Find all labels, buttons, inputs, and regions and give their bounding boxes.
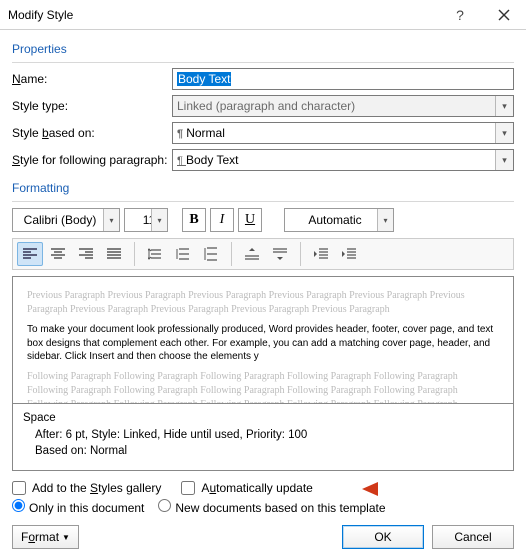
titlebar: Modify Style ?: [0, 0, 526, 30]
font-size-combo[interactable]: 11 ▾: [124, 208, 168, 232]
align-justify-icon: [107, 248, 121, 260]
chevron-down-icon[interactable]: ▾: [495, 150, 513, 170]
dialog-title: Modify Style: [8, 8, 438, 22]
format-button[interactable]: Format ▼: [12, 525, 79, 549]
based-on-label: Style based on:: [12, 126, 172, 140]
spacing-1-5-button[interactable]: [170, 242, 196, 266]
new-documents-radio[interactable]: New documents based on this template: [158, 499, 385, 515]
close-button[interactable]: [482, 0, 526, 30]
align-left-button[interactable]: [17, 242, 43, 266]
indent-right-icon: [342, 248, 356, 260]
name-label: Name:: [12, 72, 172, 86]
preview-pane: Previous Paragraph Previous Paragraph Pr…: [12, 276, 514, 404]
style-type-combo: Linked (paragraph and character) ▾: [172, 95, 514, 117]
summary-line2: Based on: Normal: [23, 443, 503, 460]
chevron-down-icon[interactable]: ▾: [103, 209, 119, 231]
chevron-down-icon[interactable]: ▾: [151, 209, 167, 231]
decrease-indent-button[interactable]: [308, 242, 334, 266]
only-in-document-radio[interactable]: Only in this document: [12, 499, 144, 515]
ok-button[interactable]: OK: [342, 525, 424, 549]
align-center-icon: [51, 248, 65, 260]
preview-sample-text: To make your document look professionall…: [27, 323, 499, 364]
properties-heading: Properties: [12, 42, 514, 56]
spacing-2-button[interactable]: [198, 242, 224, 266]
space-before-inc-button[interactable]: [239, 242, 265, 266]
close-icon: [498, 9, 510, 21]
align-center-button[interactable]: [45, 242, 71, 266]
auto-update-checkbox[interactable]: Automatically update: [181, 481, 312, 495]
chevron-down-icon: ▼: [62, 533, 70, 542]
summary-line1: After: 6 pt, Style: Linked, Hide until u…: [23, 427, 503, 444]
summary-title: Space: [23, 410, 503, 427]
preview-prev-ghost: Previous Paragraph Previous Paragraph Pr…: [27, 289, 499, 317]
style-type-label: Style type:: [12, 99, 172, 113]
align-justify-button[interactable]: [101, 242, 127, 266]
line-spacing-icon: [204, 247, 218, 261]
bold-button[interactable]: B: [182, 208, 206, 232]
para-space-up-icon: [245, 247, 259, 261]
increase-indent-button[interactable]: [336, 242, 362, 266]
following-label: Style for following paragraph:: [12, 153, 172, 167]
line-spacing-icon: [148, 247, 162, 261]
underline-button[interactable]: U: [238, 208, 262, 232]
formatting-heading: Formatting: [12, 181, 514, 195]
line-spacing-icon: [176, 247, 190, 261]
align-right-icon: [79, 248, 93, 260]
following-combo[interactable]: Body Text ▾: [172, 149, 514, 171]
para-space-down-icon: [273, 247, 287, 261]
chevron-down-icon: ▾: [495, 96, 513, 116]
paragraph-toolbar: [12, 238, 514, 270]
name-input[interactable]: Body Text: [172, 68, 514, 90]
style-summary: Space After: 6 pt, Style: Linked, Hide u…: [12, 404, 514, 471]
italic-button[interactable]: I: [210, 208, 234, 232]
indent-left-icon: [314, 248, 328, 260]
font-toolbar: Calibri (Body) ▾ 11 ▾ B I U Automatic ▾: [12, 208, 514, 232]
chevron-down-icon[interactable]: ▾: [377, 209, 393, 231]
align-left-icon: [23, 248, 37, 260]
help-button[interactable]: ?: [438, 0, 482, 30]
preview-next-ghost: Following Paragraph Following Paragraph …: [27, 370, 499, 405]
add-to-gallery-checkbox[interactable]: Add to the Styles gallery: [12, 481, 161, 495]
spacing-1-button[interactable]: [142, 242, 168, 266]
chevron-down-icon[interactable]: ▾: [495, 123, 513, 143]
annotation-arrow-icon: [362, 478, 482, 500]
align-right-button[interactable]: [73, 242, 99, 266]
based-on-combo[interactable]: Normal ▾: [172, 122, 514, 144]
space-before-dec-button[interactable]: [267, 242, 293, 266]
font-color-combo[interactable]: Automatic ▾: [284, 208, 394, 232]
font-family-combo[interactable]: Calibri (Body) ▾: [12, 208, 120, 232]
cancel-button[interactable]: Cancel: [432, 525, 514, 549]
